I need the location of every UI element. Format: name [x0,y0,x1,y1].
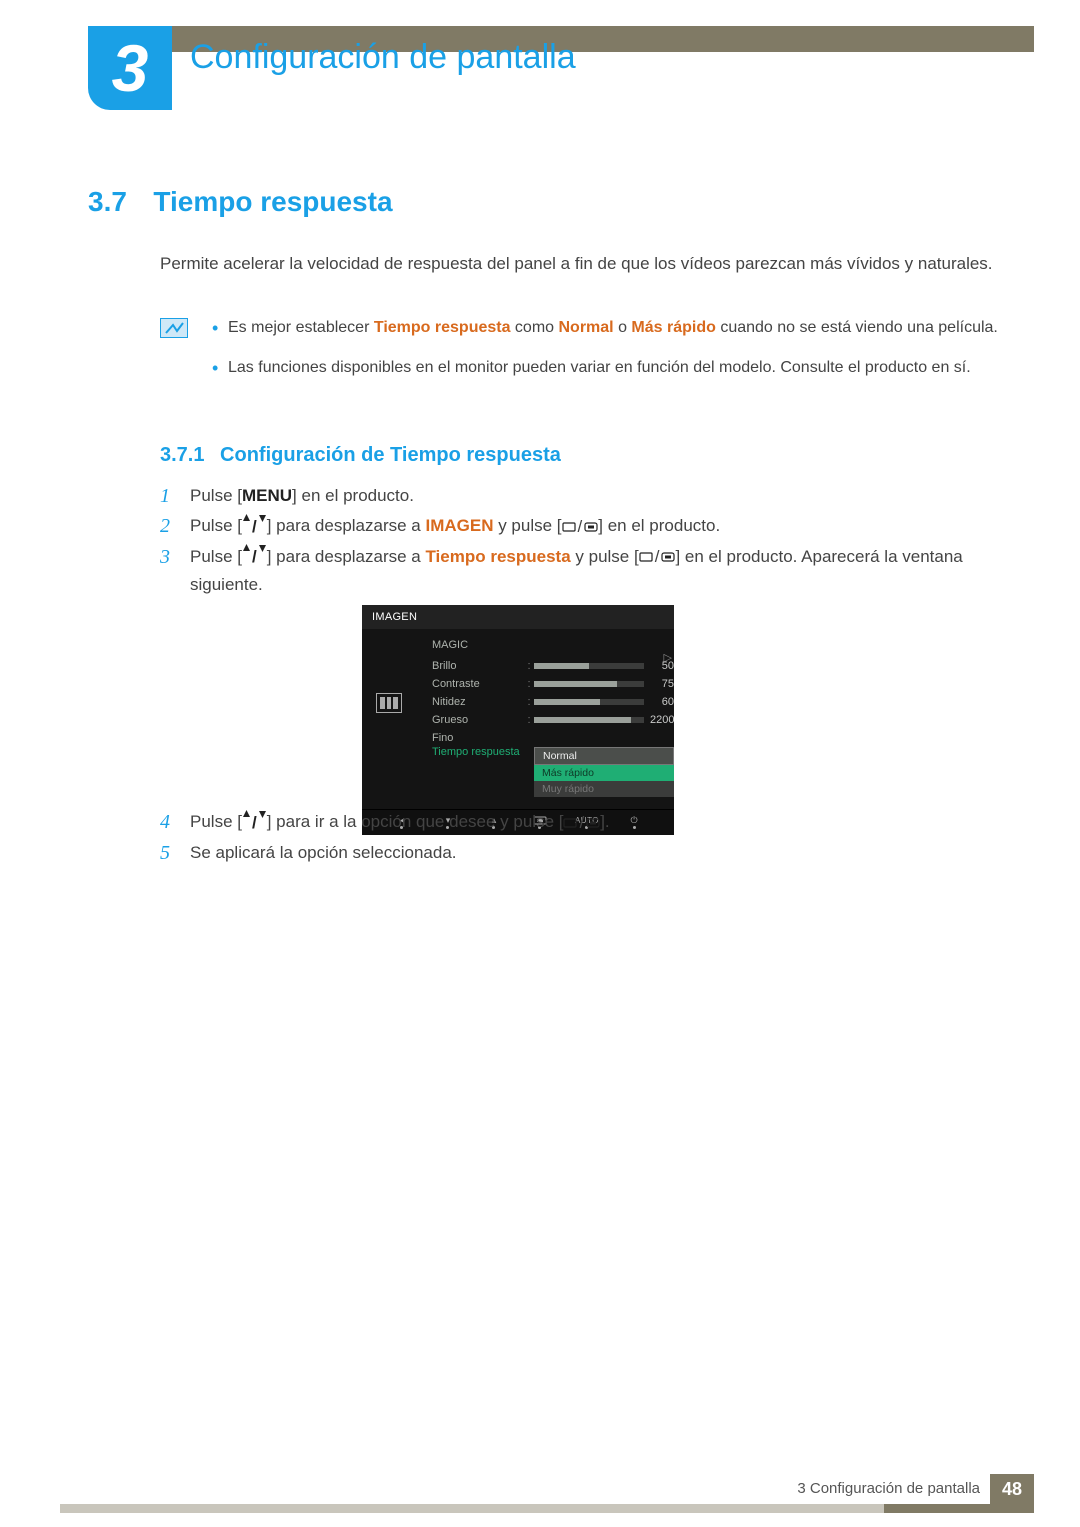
step-item: 4 Pulse [/] para ir a la opción que dese… [160,808,1020,837]
osd-body: MAGIC ▷ Brillo : 50 Contraste : 75 Nitid… [362,629,674,809]
note-list: Es mejor establecer Tiempo respuesta com… [212,315,1020,381]
footer-bar [60,1504,1034,1513]
osd-value: 75 [644,678,674,690]
step-number: 3 [160,543,170,571]
section-number: 3.7 [88,186,127,217]
osd-value: 2200 [644,714,674,726]
step-text: ] para desplazarse a [267,547,426,566]
osd-slider [534,717,644,723]
step-text: ] para ir a la opción que desee y pulse … [267,812,564,831]
osd-label: Grueso [432,714,524,726]
osd-title: IMAGEN [362,605,674,629]
step-number: 2 [160,512,170,540]
osd-label: MAGIC [432,639,524,651]
osd-label: Brillo [432,660,524,672]
step-keyword: MENU [242,486,292,505]
step-keyword: IMAGEN [425,516,493,535]
osd-label: Contraste [432,678,524,690]
section-heading: 3.7 Tiempo respuesta [88,186,393,218]
step-text: Pulse [ [190,547,242,566]
osd-label: Nitidez [432,696,524,708]
step-number: 1 [160,482,170,510]
note-item: Es mejor establecer Tiempo respuesta com… [212,315,1020,341]
steps-list: 1 Pulse [MENU] en el producto. 2 Pulse [… [160,482,1020,601]
step-text: ] en el producto. [598,516,720,535]
step-keyword: Tiempo respuesta [425,547,570,566]
manual-page: 3 Configuración de pantalla 3.7 Tiempo r… [0,0,1080,1527]
note-text: cuando no se está viendo una película. [716,319,998,336]
step-number: 5 [160,839,170,867]
note-keyword: Más rápido [631,319,715,336]
step-text: ] en el producto. [292,486,414,505]
chapter-title: Configuración de pantalla [190,38,576,77]
subsection-title: Configuración de Tiempo respuesta [220,444,561,466]
note-keyword: Normal [559,319,614,336]
steps-list-continued: 4 Pulse [/] para ir a la opción que dese… [160,808,1020,869]
step-text: Se aplicará la opción seleccionada. [190,843,457,862]
osd-row-grueso: Grueso : 2200 [432,711,656,729]
subsection-heading: 3.7.1 Configuración de Tiempo respuesta [160,444,561,467]
footer-bar-accent [884,1504,1034,1513]
source-enter-icon: / [563,809,600,837]
osd-row-magic: MAGIC ▷ [432,639,656,657]
source-enter-icon: / [562,513,599,541]
source-enter-icon: / [639,543,676,571]
up-down-arrows-icon: / [242,809,267,837]
osd-value: 60 [644,696,674,708]
osd-slider [534,681,644,687]
osd-value: 50 [644,660,674,672]
note-keyword: Tiempo respuesta [374,319,511,336]
step-text: y pulse [ [571,547,639,566]
step-text: Pulse [ [190,516,242,535]
section-intro-text: Permite acelerar la velocidad de respues… [160,250,1020,278]
page-footer: 3 Configuración de pantalla 48 [60,1477,1034,1513]
step-item: 2 Pulse [/] para desplazarse a IMAGEN y … [160,512,1020,541]
section-title: Tiempo respuesta [153,186,392,217]
note-block: Es mejor establecer Tiempo respuesta com… [160,315,1020,395]
page-number: 48 [990,1474,1034,1504]
step-text: Pulse [ [190,486,242,505]
step-number: 4 [160,808,170,836]
osd-slider [534,699,644,705]
step-item: 5 Se aplicará la opción seleccionada. [160,839,1020,867]
picture-category-icon [376,693,402,713]
note-item: Las funciones disponibles en el monitor … [212,355,1020,381]
note-text: como [510,319,558,336]
step-text: ] para desplazarse a [267,516,426,535]
step-text: y pulse [ [493,516,561,535]
step-item: 3 Pulse [/] para desplazarse a Tiempo re… [160,543,1020,600]
footer-chapter-text: 3 Configuración de pantalla [797,1480,980,1497]
osd-row-nitidez: Nitidez : 60 [432,693,656,711]
osd-slider [534,663,644,669]
chapter-number-badge: 3 [88,26,172,110]
osd-label-active: Tiempo respuesta [432,746,524,758]
up-down-arrows-icon: / [242,513,267,541]
note-text: Es mejor establecer [228,319,374,336]
step-item: 1 Pulse [MENU] en el producto. [160,482,1020,510]
osd-row-contraste: Contraste : 75 [432,675,656,693]
osd-menu-screenshot: IMAGEN MAGIC ▷ Brillo : 50 Contraste : 7… [362,605,674,835]
step-text: ]. [600,812,609,831]
osd-label: Fino [432,732,524,744]
step-text: Pulse [ [190,812,242,831]
subsection-number: 3.7.1 [160,444,204,466]
up-down-arrows-icon: / [242,543,267,571]
note-text: o [614,319,632,336]
note-icon [160,318,188,338]
